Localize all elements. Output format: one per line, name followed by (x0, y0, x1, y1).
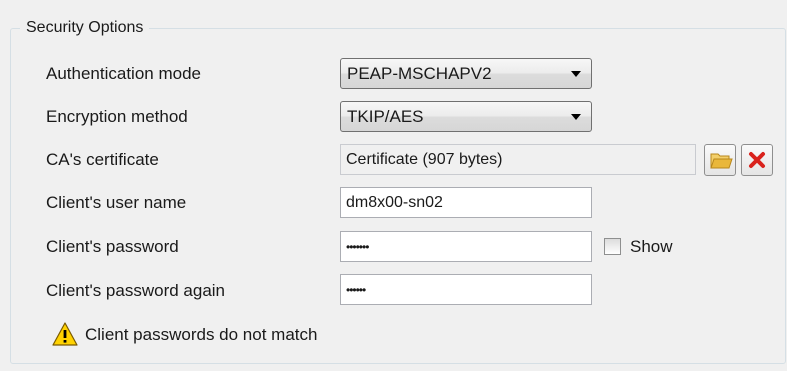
browse-certificate-button[interactable] (704, 144, 736, 176)
warning-triangle-icon (52, 322, 78, 346)
password-input[interactable]: ••••••• (340, 231, 592, 262)
password-mask: ••••••• (346, 240, 369, 254)
password-again-mask: •••••• (346, 283, 366, 297)
password-again-input[interactable]: •••••• (340, 274, 592, 305)
show-password-checkbox[interactable] (604, 238, 621, 255)
chevron-down-icon (571, 114, 581, 120)
show-password-label[interactable]: Show (630, 236, 673, 258)
clear-certificate-button[interactable] (741, 144, 773, 176)
user-name-label: Client's user name (46, 193, 187, 212)
password-again-label: Client's password again (46, 281, 226, 300)
password-mismatch-warning: Client passwords do not match (85, 325, 318, 344)
auth-mode-value: PEAP-MSCHAPV2 (347, 64, 492, 83)
folder-open-icon (710, 153, 733, 169)
user-name-input[interactable]: dm8x00-sn02 (340, 187, 592, 218)
ca-certificate-field: Certificate (907 bytes) (340, 144, 696, 175)
red-x-icon (749, 152, 765, 168)
chevron-down-icon (571, 71, 581, 77)
auth-mode-label: Authentication mode (46, 64, 201, 83)
password-label: Client's password (46, 237, 179, 256)
auth-mode-select[interactable]: PEAP-MSCHAPV2 (340, 58, 592, 89)
encryption-method-value: TKIP/AES (347, 107, 424, 126)
encryption-method-select[interactable]: TKIP/AES (340, 101, 592, 132)
ca-certificate-label: CA's certificate (46, 150, 159, 169)
group-title: Security Options (20, 18, 150, 38)
encryption-method-label: Encryption method (46, 107, 188, 126)
